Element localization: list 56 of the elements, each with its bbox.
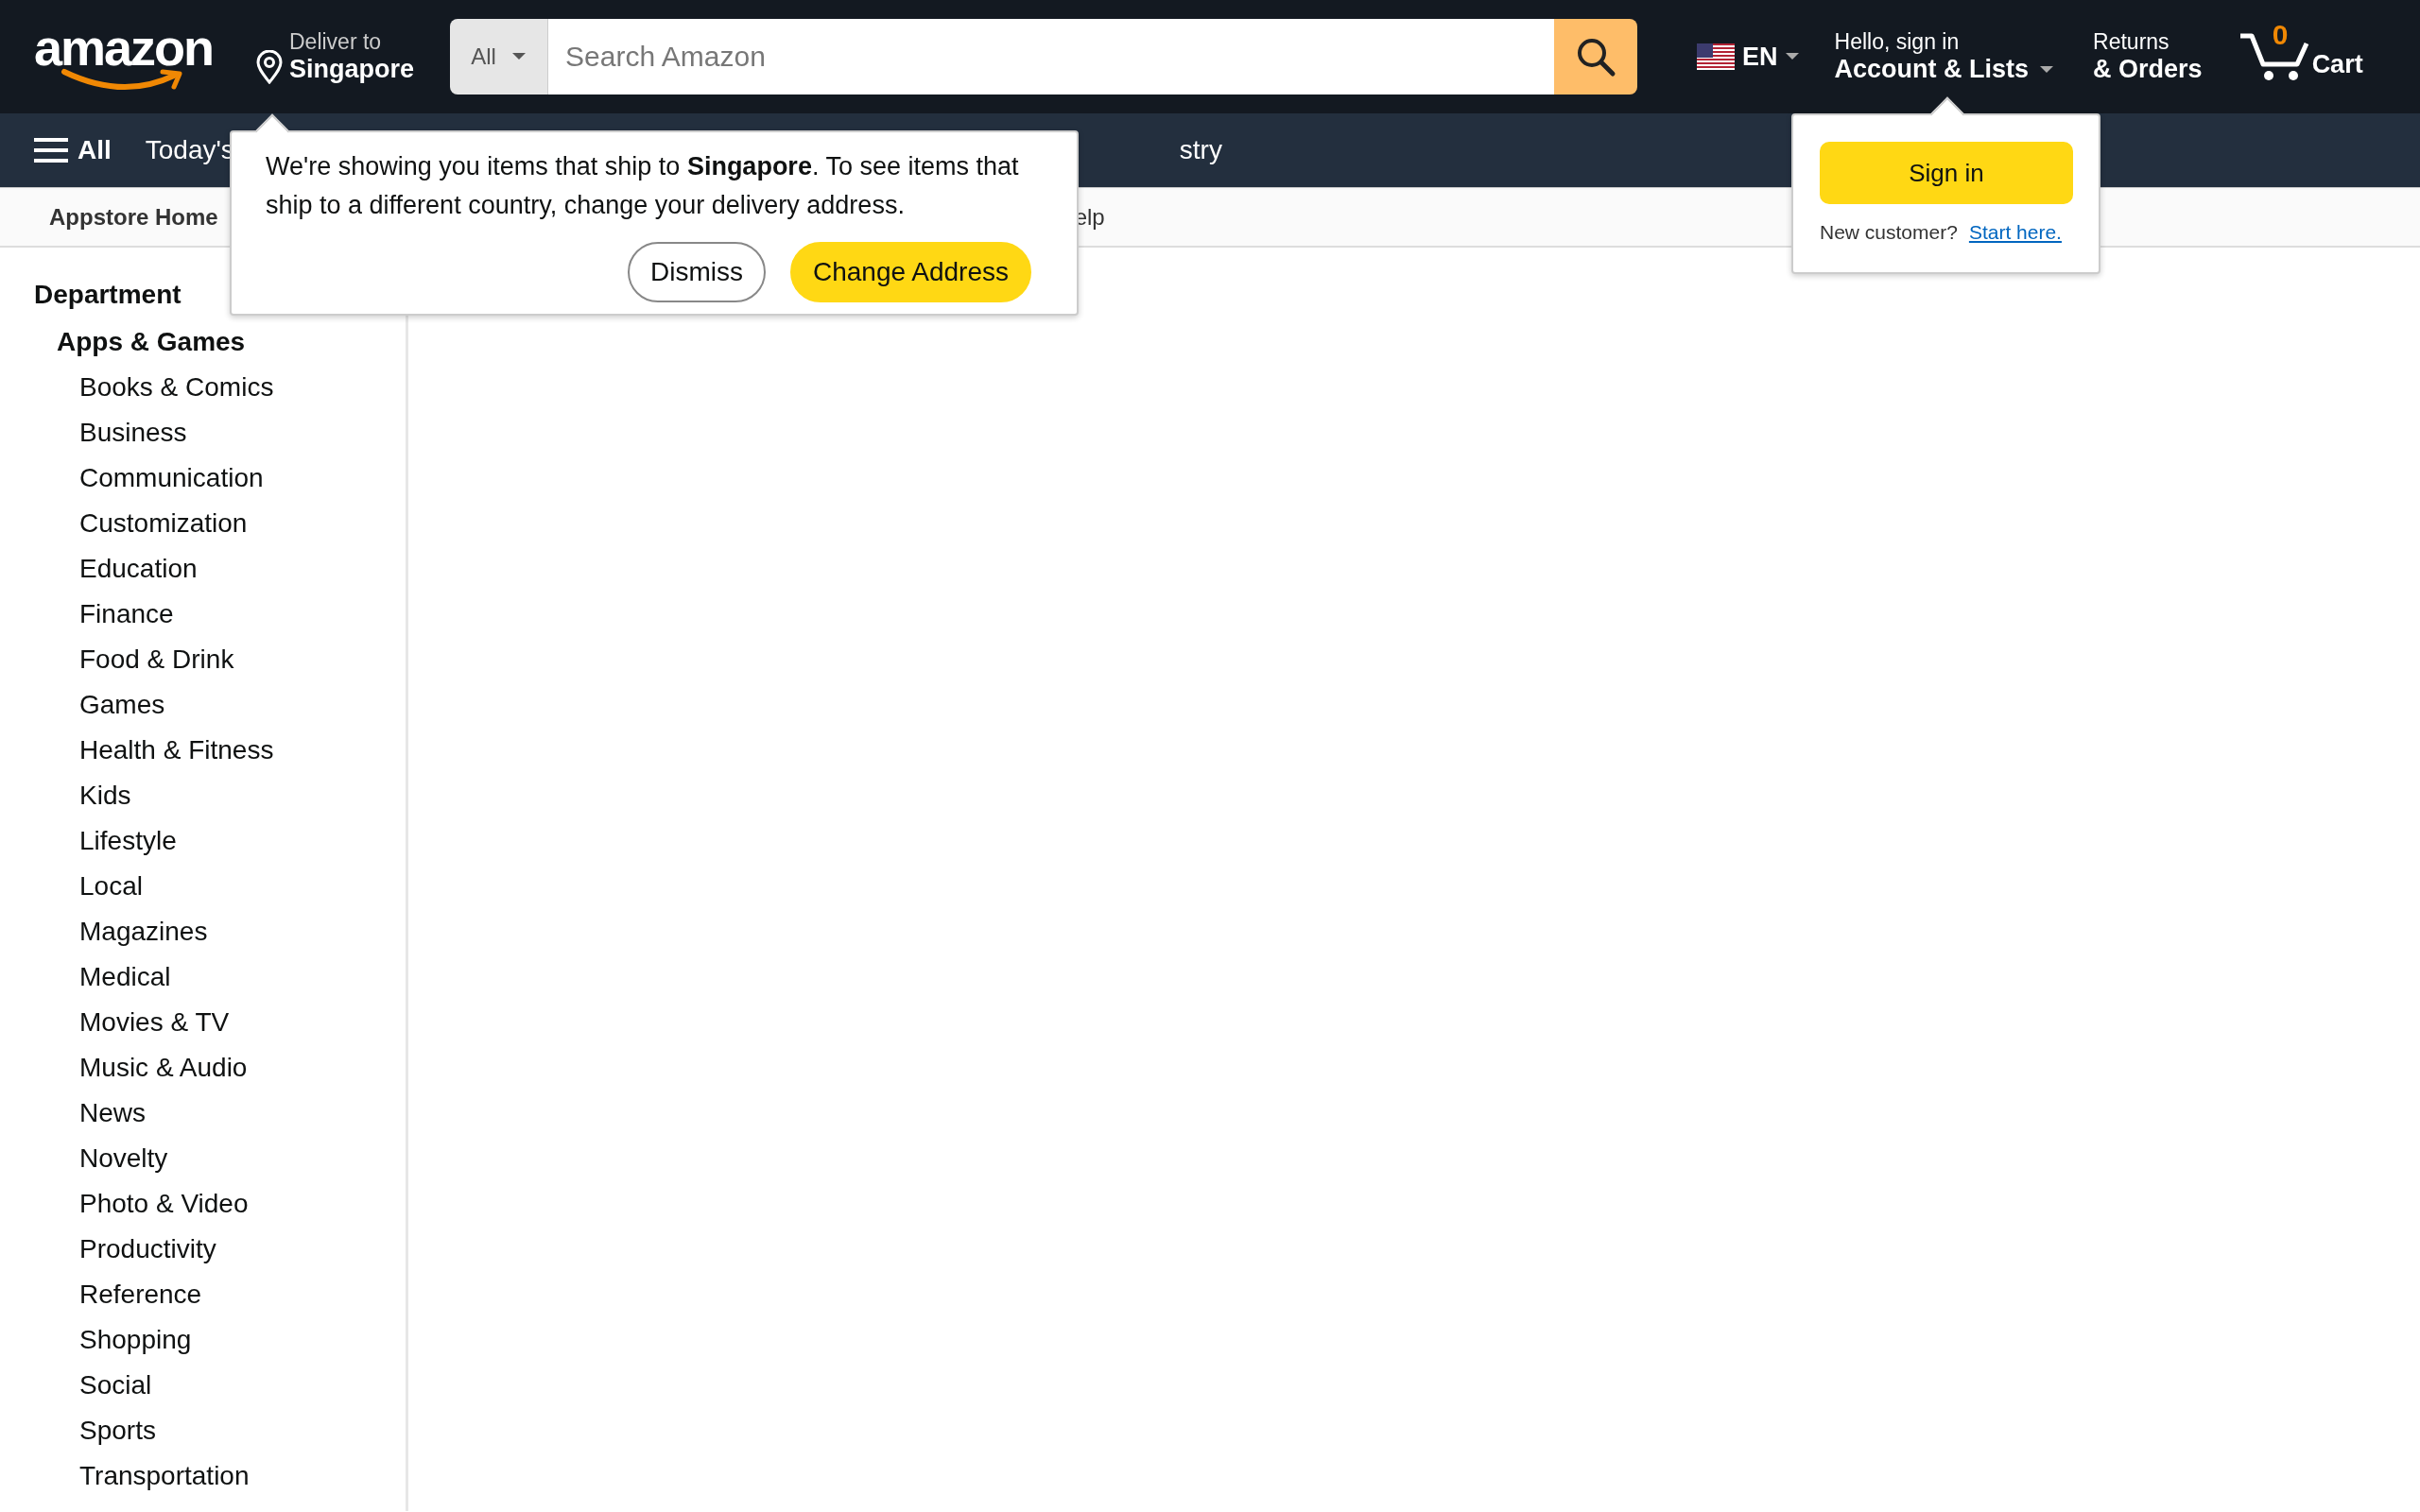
deliver-label: Deliver to [289,29,383,55]
subcategory-link[interactable]: Food & Drink [79,644,406,690]
subcategory-link[interactable]: Music & Audio [79,1053,406,1098]
subcategory-link[interactable]: Health & Fitness [79,735,406,781]
subnav-link[interactable]: Appstore Home [49,203,218,231]
change-address-button[interactable]: Change Address [789,242,1031,302]
flag-icon [1697,43,1736,70]
subcategory-link[interactable]: Social [79,1370,406,1416]
caret-icon [2040,65,2054,74]
menu-icon [34,136,68,164]
cart-label[interactable]: Cart [2311,50,2363,79]
subcategory-link[interactable]: Lifestyle [79,826,406,871]
subcategory-link[interactable]: Reference [79,1280,406,1325]
delivery-message: We're showing you items that ship to Singapore. To see items that ship to a different country, change your delivery address. [266,151,1020,221]
subcategory-link[interactable]: Shopping [79,1325,406,1370]
amazon-logo[interactable]: amazon [34,21,223,93]
location-pin-icon [255,50,284,84]
subcategory-link[interactable]: Photo & Video [79,1189,406,1234]
subcategory-link[interactable]: Novelty [79,1143,406,1189]
subcategory-link[interactable]: Transportation [79,1461,406,1506]
subcategory-link[interactable]: Games [79,690,406,735]
caret-icon [510,52,527,61]
language-selector[interactable]: EN [1697,42,1799,72]
subcategory-link[interactable]: Communication [79,463,406,508]
cart-count: 0 [2272,19,2289,51]
search-icon [1575,36,1617,77]
subcategory-link[interactable]: Business [79,418,406,463]
subcategory-link[interactable]: Kids [79,781,406,826]
subcategory-link[interactable]: Medical [79,962,406,1007]
returns-label: Returns [2093,29,2170,55]
dismiss-button[interactable]: Dismiss [627,242,766,302]
subcategory-link[interactable]: Customization [79,508,406,554]
search-field[interactable]: Search Amazon [548,19,1555,94]
subcategory-link[interactable]: Education [79,554,406,599]
subcategory-link[interactable]: Finance [79,599,406,644]
category-dropdown[interactable]: All [450,19,549,94]
account-lists-link[interactable]: Account & Lists [1834,55,2030,84]
subcategory-link[interactable]: Movies & TV [79,1007,406,1053]
subcategory-link[interactable]: Books & Comics [79,372,406,418]
subcategory-link[interactable]: News [79,1098,406,1143]
subcategory-link[interactable]: Magazines [79,917,406,962]
subcategory-link[interactable]: Local [79,871,406,917]
sidebar-heading: Department [34,280,182,310]
subcategory-link[interactable]: Productivity [79,1234,406,1280]
deliver-location[interactable]: Singapore [289,55,415,84]
new-customer-label: New customer? [1820,221,1958,244]
subcategory-link[interactable]: Sports [79,1416,406,1461]
sign-in-button[interactable]: Sign in [1820,142,2073,204]
orders-link[interactable]: & Orders [2093,55,2203,84]
caret-icon [1785,53,1799,60]
start-here-link[interactable]: Start here. [1968,221,2062,244]
nav-link[interactable]: stry [1179,135,1222,165]
category-link[interactable]: Apps & Games [57,327,406,372]
all-menu-button[interactable]: All [34,135,112,165]
account-greeting: Hello, sign in [1834,29,1961,55]
search-button[interactable] [1554,19,1638,94]
